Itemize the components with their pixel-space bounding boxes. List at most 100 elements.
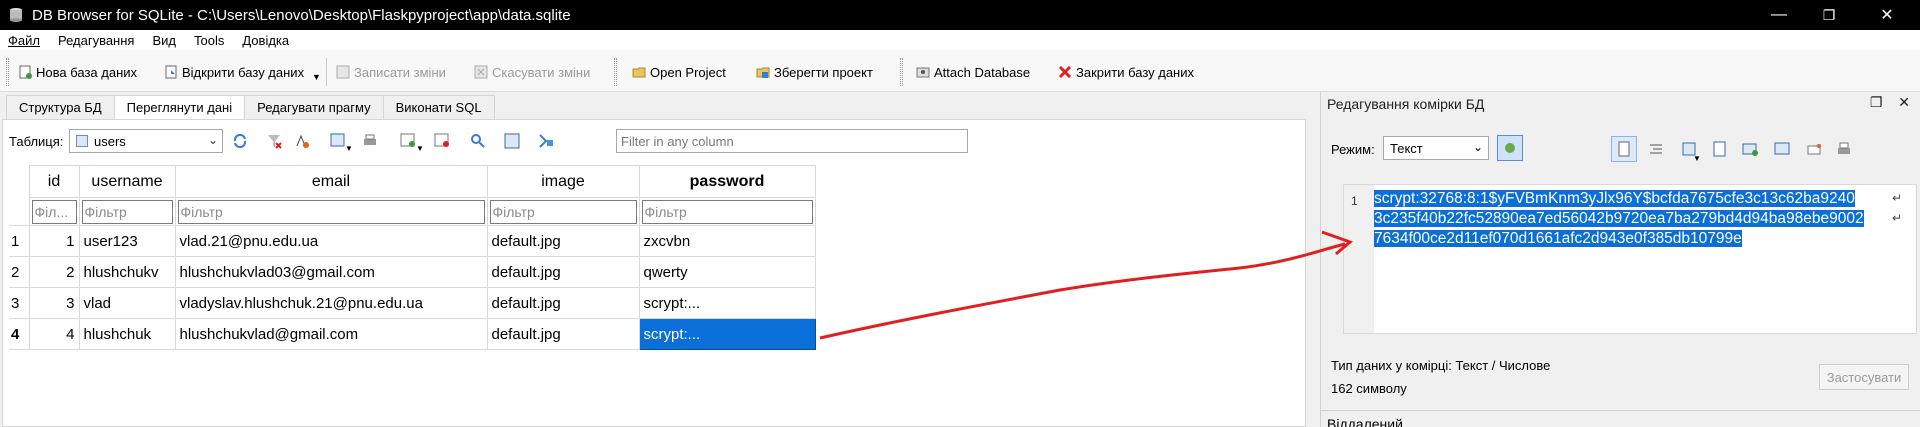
cell-image[interactable]: default.jpg [486,256,640,288]
find-icon[interactable] [469,132,487,150]
cell-email[interactable]: hlushchukvlad03@gmail.com [174,256,488,288]
cell-id[interactable]: 4 [28,318,80,350]
cell-text-editor[interactable]: 1 scrypt:32768:8:1$yFVBmKnm3yJlx96Y$bcfd… [1343,184,1917,334]
browse-data-panel: Таблиця: users ⌄ ▼ ▼ Filter in any colum… [2,119,1306,427]
filter-input-image[interactable]: Фільтр [489,199,637,224]
toolbar-grip[interactable] [6,58,9,86]
open-project-icon [632,67,646,78]
attach-database-icon [916,67,930,78]
menu-help[interactable]: Довідка [242,33,289,48]
save-view-dropdown-arrow-icon[interactable]: ▼ [345,144,353,153]
open-in-editor-button[interactable] [1769,136,1795,162]
open-database-label: Відкрити базу даних [182,64,305,80]
clear-cell-button[interactable] [1801,136,1827,162]
column-header-image[interactable]: image [486,165,640,198]
cell-image[interactable]: default.jpg [486,287,640,319]
cell-value-line-3: 7634f00ce2d11ef070d1661afc2d943e0f385db1… [1374,230,1742,247]
insert-record-icon[interactable] [399,132,417,150]
insert-record-dropdown-arrow-icon[interactable]: ▼ [416,144,424,153]
cell-image[interactable]: default.jpg [486,225,640,257]
filter-row: Філ... Фільтр Фільтр Фільтр Фільтр [9,197,816,226]
print-cell-button[interactable] [1831,136,1857,162]
cell-value-text[interactable]: scrypt:32768:8:1$yFVBmKnm3yJlx96Y$bcfda7… [1374,189,1874,249]
column-header-id[interactable]: id [28,165,80,198]
tab-db-structure[interactable]: Структура БД [6,95,115,119]
apply-button[interactable]: Застосувати [1819,364,1909,390]
column-header-username[interactable]: username [78,165,176,198]
import-dropdown-arrow-icon[interactable]: ▼ [1693,154,1701,163]
minimize-button[interactable]: — [1756,0,1802,30]
dock-float-icon[interactable]: ❐ [1870,94,1883,110]
filter-input-username[interactable]: Фільтр [81,199,173,224]
cell-password[interactable]: zxcvbn [638,225,816,257]
export-button[interactable] [1707,136,1733,162]
cell-image[interactable]: default.jpg [486,318,640,350]
revert-changes-button[interactable]: Скасувати зміни [474,62,590,82]
cell-password[interactable]: qwerty [638,256,816,288]
menu-file[interactable]: Файл [8,33,40,48]
write-changes-button[interactable]: Записати зміни [336,62,446,82]
filter-input-email[interactable]: Фільтр [177,199,485,224]
cell-username[interactable]: user123 [78,225,176,257]
new-database-button[interactable]: Нова база даних [18,62,137,82]
column-header-email[interactable]: email [174,165,488,198]
menu-edit[interactable]: Редагування [58,33,135,48]
filter-any-column-input[interactable]: Filter in any column [616,129,968,153]
window-title: DB Browser for SQLite - C:\Users\Lenovo\… [32,6,571,24]
table-row[interactable]: 3 3 vlad vladyslav.hlushchuk.21@pnu.edu.… [9,287,816,319]
open-project-button[interactable]: Open Project [632,62,726,82]
set-null-button[interactable] [1737,136,1763,162]
auto-switch-mode-button[interactable] [1497,135,1523,161]
clear-sorting-icon[interactable] [293,132,311,150]
tab-execute-sql[interactable]: Виконати SQL [382,95,495,119]
cell-email[interactable]: vladyslav.hlushchuk.21@pnu.edu.ua [174,287,488,319]
auto-switch-icon [1505,143,1515,153]
find-replace-icon[interactable] [503,132,521,150]
maximize-button[interactable]: ❐ [1806,0,1852,30]
table-row[interactable]: 4 4 hlushchuk hlushchukvlad@gmail.com de… [9,318,816,350]
cell-username[interactable]: vlad [78,287,176,319]
close-database-button[interactable]: Закрити базу даних [1058,62,1194,82]
tab-edit-pragmas[interactable]: Редагувати прагму [244,95,384,119]
word-wrap-button[interactable] [1611,136,1637,162]
table-row[interactable]: 2 2 hlushchukv hlushchukvlad03@gmail.com… [9,256,816,288]
conditional-format-icon[interactable] [537,132,555,150]
toolbar-grip[interactable] [614,58,617,86]
cell-username[interactable]: hlushchukv [78,256,176,288]
dock-close-icon[interactable]: ✕ [1898,94,1910,110]
cell-email[interactable]: hlushchukvlad@gmail.com [174,318,488,350]
table-row[interactable]: 1 1 user123 vlad.21@pnu.edu.ua default.j… [9,225,816,257]
menu-view[interactable]: Вид [152,33,176,48]
table-select[interactable]: users ⌄ [69,129,223,153]
close-window-button[interactable]: ✕ [1864,0,1910,30]
save-project-button[interactable]: Зберегти проект [756,62,873,82]
print-icon[interactable] [361,132,379,150]
row-number[interactable]: 2 [9,256,30,288]
mode-select-value: Текст [1390,141,1423,156]
row-number[interactable]: 4 [9,318,30,350]
filter-input-password[interactable]: Фільтр [641,199,813,224]
clear-filters-icon[interactable] [265,132,283,150]
mode-select[interactable]: Текст ⌄ [1383,136,1489,160]
row-number[interactable]: 1 [9,225,30,257]
cell-id[interactable]: 2 [28,256,80,288]
cell-password[interactable]: scrypt:... [638,287,816,319]
toolbar-grip[interactable] [900,58,903,86]
open-database-dropdown-arrow-icon[interactable]: ▼ [312,72,321,82]
row-number[interactable]: 3 [9,287,30,319]
open-database-button[interactable]: Відкрити базу даних [164,62,304,82]
menu-tools[interactable]: Tools [194,33,224,48]
revert-changes-icon [474,65,488,79]
cell-email[interactable]: vlad.21@pnu.edu.ua [174,225,488,257]
cell-password-selected[interactable]: scrypt:... [638,318,816,350]
filter-input-id[interactable]: Філ... [31,199,77,224]
cell-id[interactable]: 1 [28,225,80,257]
indent-button[interactable] [1643,136,1669,162]
tab-browse-data[interactable]: Переглянути дані [113,95,246,120]
refresh-icon[interactable] [231,132,249,150]
attach-database-button[interactable]: Attach Database [916,62,1030,82]
column-header-password[interactable]: password [638,165,816,198]
cell-username[interactable]: hlushchuk [78,318,176,350]
cell-id[interactable]: 3 [28,287,80,319]
delete-record-icon[interactable] [433,132,451,150]
